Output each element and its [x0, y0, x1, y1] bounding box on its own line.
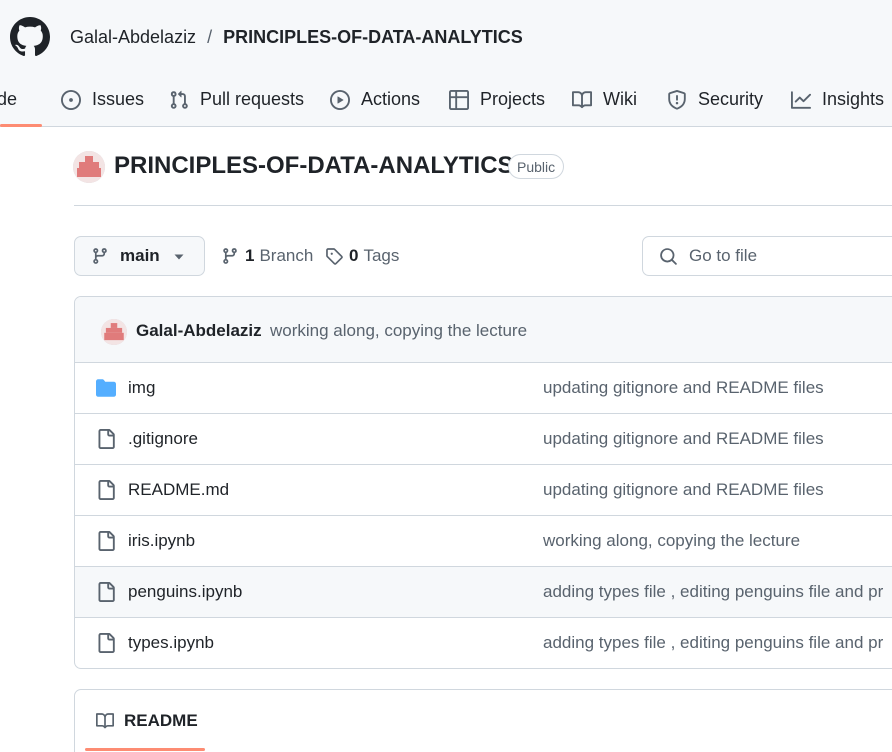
file-commit-message[interactable]: adding types file , editing penguins fil…: [543, 582, 883, 602]
tab-insights-label: Insights: [822, 89, 885, 109]
commit-message-link[interactable]: working along, copying the lecture: [270, 321, 527, 341]
tab-actions-label: Actions: [361, 89, 421, 109]
branch-select-button[interactable]: main: [74, 236, 205, 276]
branch-count: 1: [245, 246, 255, 265]
file-row[interactable]: README.md updating gitignore and README …: [75, 465, 892, 516]
tag-count: 0: [349, 246, 359, 265]
tags-link[interactable]: 0 Tags: [325, 246, 399, 266]
tag-icon: [326, 248, 343, 265]
file-name-link[interactable]: iris.ipynb: [128, 531, 195, 551]
tab-wiki[interactable]: Wiki: [572, 72, 637, 127]
tab-wiki-label: Wiki: [603, 89, 637, 109]
triangle-down-icon: [174, 254, 184, 260]
tab-pull-requests[interactable]: Pull requests: [169, 72, 304, 127]
breadcrumb-owner-link[interactable]: Galal-Abdelaziz: [70, 27, 196, 48]
branch-name: main: [120, 246, 160, 265]
readme-tab[interactable]: README: [95, 711, 198, 731]
git-branch-icon: [223, 248, 237, 264]
tab-security[interactable]: Security: [667, 72, 763, 127]
file-name-link[interactable]: penguins.ipynb: [128, 582, 242, 602]
table-icon: [449, 89, 469, 110]
identicon-avatar-icon: [101, 319, 127, 345]
file-icon: [98, 480, 115, 500]
repo-owner-avatar[interactable]: [73, 151, 105, 183]
file-row[interactable]: iris.ipynb working along, copying the le…: [75, 516, 892, 567]
tab-pull-requests-label: Pull requests: [200, 89, 305, 109]
go-to-file-placeholder: Go to file: [689, 246, 758, 265]
github-logo-icon[interactable]: [10, 17, 50, 57]
issue-opened-icon: [61, 89, 81, 110]
file-name-link[interactable]: README.md: [128, 480, 229, 500]
repo-nav-tabs: Code Issues Pull requests Actions Projec…: [0, 72, 892, 127]
branches-link[interactable]: 1 Branch: [221, 246, 313, 266]
file-commit-message[interactable]: updating gitignore and README files: [543, 378, 824, 398]
file-name-link[interactable]: img: [128, 378, 155, 398]
readme-tab-label: README: [124, 711, 198, 730]
tab-projects-label: Projects: [480, 89, 546, 109]
commit-author-avatar[interactable]: [101, 319, 127, 345]
tab-issues[interactable]: Issues: [61, 72, 144, 127]
go-to-file-input[interactable]: Go to file: [642, 236, 892, 276]
file-icon: [98, 582, 115, 602]
file-name-link[interactable]: types.ipynb: [128, 633, 214, 653]
tab-security-label: Security: [698, 89, 764, 109]
folder-icon: [96, 379, 116, 397]
visibility-badge: Public: [508, 154, 565, 179]
readme-tab-active-indicator: [85, 748, 205, 751]
tab-code[interactable]: Code: [0, 72, 17, 127]
repo-title[interactable]: PRINCIPLES-OF-DATA-ANALYTICS: [114, 152, 514, 180]
tab-actions[interactable]: Actions: [330, 72, 420, 127]
book-icon: [96, 713, 115, 729]
title-divider: [74, 205, 892, 206]
file-icon: [98, 531, 115, 551]
file-name-link[interactable]: .gitignore: [128, 429, 198, 449]
tab-code-active-indicator: [0, 124, 42, 127]
file-commit-message[interactable]: updating gitignore and README files: [543, 480, 824, 500]
tag-label: Tags: [363, 246, 400, 265]
file-commit-message[interactable]: updating gitignore and README files: [543, 429, 824, 449]
tab-code-label: Code: [0, 89, 18, 109]
file-row[interactable]: penguins.ipynb adding types file , editi…: [75, 567, 892, 618]
shield-icon: [668, 89, 686, 110]
identicon-avatar-icon: [73, 151, 105, 183]
file-row[interactable]: .gitignore updating gitignore and README…: [75, 414, 892, 465]
file-commit-message[interactable]: working along, copying the lecture: [543, 531, 800, 551]
play-icon: [330, 89, 350, 110]
tab-projects[interactable]: Projects: [449, 72, 545, 127]
file-icon: [98, 429, 115, 449]
branch-label: Branch: [259, 246, 314, 265]
tab-insights[interactable]: Insights: [791, 72, 884, 127]
git-pull-request-icon: [170, 90, 188, 109]
breadcrumb-repo-link[interactable]: PRINCIPLES-OF-DATA-ANALYTICS: [223, 27, 523, 48]
tab-issues-label: Issues: [92, 89, 145, 109]
commit-author-link[interactable]: Galal-Abdelaziz: [136, 321, 262, 341]
file-commit-message[interactable]: adding types file , editing penguins fil…: [543, 633, 883, 653]
graph-icon: [791, 90, 811, 109]
readme-panel: README: [74, 689, 892, 752]
latest-commit-row: Galal-Abdelaziz working along, copying t…: [75, 297, 892, 363]
file-icon: [98, 633, 115, 653]
breadcrumb: Galal-Abdelaziz / PRINCIPLES-OF-DATA-ANA…: [70, 27, 523, 48]
file-list: Galal-Abdelaziz working along, copying t…: [74, 296, 892, 669]
git-branch-icon: [93, 248, 107, 264]
file-row[interactable]: img updating gitignore and README files: [75, 363, 892, 414]
repo-header: Galal-Abdelaziz / PRINCIPLES-OF-DATA-ANA…: [0, 0, 892, 127]
file-row[interactable]: types.ipynb adding types file , editing …: [75, 618, 892, 668]
search-icon: [660, 247, 677, 265]
breadcrumb-separator: /: [207, 27, 213, 47]
book-icon: [572, 90, 592, 108]
